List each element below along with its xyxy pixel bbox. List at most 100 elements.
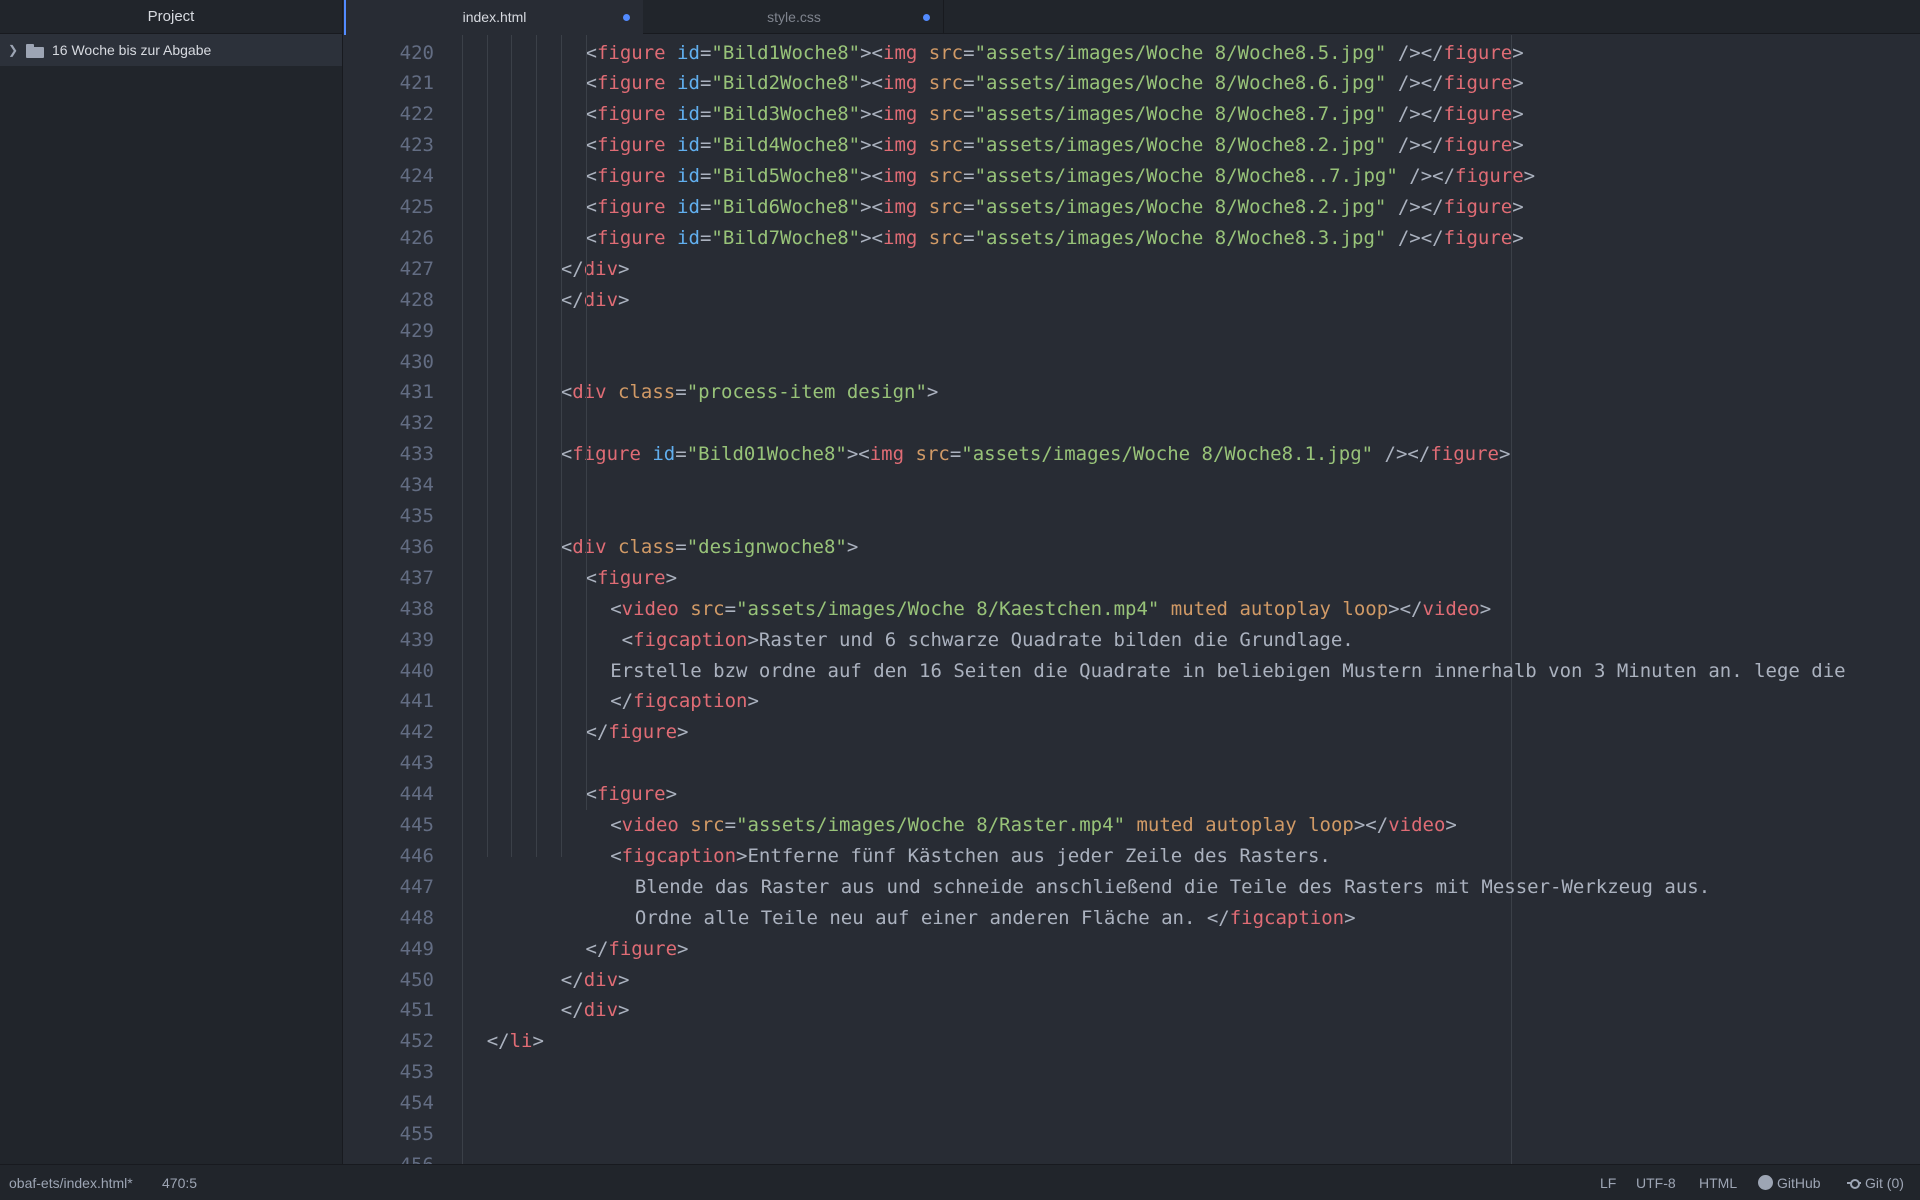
status-github[interactable]: GitHub [1758,1175,1821,1191]
code-token: </ [585,721,609,744]
line-number[interactable]: 440 [354,656,434,687]
line-number[interactable]: 426 [354,223,434,254]
code-token: > [532,1030,544,1053]
code-line[interactable]: </figure> [586,717,689,748]
line-number[interactable]: 427 [354,254,434,285]
line-number[interactable]: 437 [354,563,434,594]
line-number[interactable]: 438 [354,594,434,625]
code-token: figure [596,196,666,218]
code-line[interactable]: <div class="process-item design"> [561,377,939,408]
code-token: img [883,165,918,188]
code-line[interactable]: <figure id="Bild4Woche8"><img src="asset… [586,130,1524,161]
line-number[interactable]: 429 [354,316,434,347]
status-file-path[interactable]: obaf-ets/index.html* [9,1175,133,1191]
line-number[interactable]: 436 [354,532,434,563]
status-grammar[interactable]: HTML [1699,1175,1737,1191]
line-number[interactable]: 430 [354,347,434,378]
line-number[interactable]: 421 [354,68,434,99]
code-line[interactable]: Ordne alle Teile neu auf einer anderen F… [635,903,1356,934]
code-line[interactable]: <figure id="Bild7Woche8"><img src="asset… [586,223,1524,254]
line-number[interactable]: 424 [354,161,434,192]
code-line[interactable]: </div> [561,254,630,285]
status-line-ending[interactable]: LF [1600,1175,1616,1191]
line-number[interactable]: 431 [354,377,434,408]
line-number[interactable]: 439 [354,625,434,656]
chevron-right-icon[interactable]: ❯ [8,43,20,57]
tree-root-label[interactable]: 16 Woche bis zur Abgabe [52,42,211,58]
code-line[interactable]: Erstelle bzw ordne auf den 16 Seiten die… [610,656,1845,687]
line-number[interactable]: 456 [354,1150,434,1164]
line-number[interactable]: 441 [354,686,434,717]
line-number[interactable]: 452 [354,1026,434,1057]
code-line[interactable]: <figure id="Bild2Woche8"><img src="asset… [586,68,1524,99]
code-line[interactable]: <video src="assets/images/Woche 8/Raster… [610,810,1457,841]
status-git-label[interactable]: Git (0) [1865,1175,1904,1191]
tab-index-html[interactable]: index.html [344,0,643,35]
line-number[interactable]: 443 [354,748,434,779]
line-number[interactable]: 450 [354,965,434,996]
code-token: figure [1455,165,1524,188]
tab-label[interactable]: style.css [767,9,821,25]
code-line[interactable]: </div> [561,995,630,1026]
line-number[interactable]: 433 [354,439,434,470]
line-number[interactable]: 432 [354,408,434,439]
line-number[interactable]: 446 [354,841,434,872]
code-line[interactable]: </figure> [586,934,689,965]
line-number[interactable]: 447 [354,872,434,903]
code-token: figure [1443,41,1513,64]
line-number[interactable]: 448 [354,903,434,934]
code-line[interactable]: <figure id="Bild5Woche8"><img src="asset… [586,161,1536,192]
status-git[interactable]: Git (0) [1847,1175,1904,1191]
code-line[interactable]: <figure> [586,779,678,810]
status-cursor-position[interactable]: 470:5 [162,1175,197,1191]
code-line[interactable]: <figure id="Bild01Woche8"><img src="asse… [561,439,1511,470]
status-github-label[interactable]: GitHub [1777,1175,1821,1191]
code-token: = [724,597,737,620]
code-line[interactable]: <figure id="Bild6Woche8"><img src="asset… [586,192,1524,223]
code-line[interactable]: Blende das Raster aus und schneide ansch… [635,872,1710,903]
tree-root-folder[interactable]: ❯ 16 Woche bis zur Abgabe [0,34,342,66]
line-number[interactable]: 435 [354,501,434,532]
indent-guide [560,35,562,857]
line-number[interactable]: 442 [354,717,434,748]
status-encoding[interactable]: UTF-8 [1636,1175,1676,1191]
code-line[interactable]: <figcaption>Raster und 6 schwarze Quadra… [610,625,1354,656]
code-line[interactable]: <figure id="Bild3Woche8"><img src="asset… [586,99,1524,130]
code-line[interactable]: </div> [561,285,630,316]
code-line[interactable]: <figure> [586,563,678,594]
code-line[interactable]: <video src="assets/images/Woche 8/Kaestc… [610,594,1491,625]
line-number-gutter[interactable]: 420 421 422 423 424 425 426 427 428 429 430 431 432 4… [344,35,444,1165]
tab-style-css[interactable]: style.css [645,0,944,34]
line-number[interactable]: 445 [354,810,434,841]
line-number[interactable]: 420 [354,38,434,69]
line-number[interactable]: 434 [354,470,434,501]
line-number[interactable]: 425 [354,192,434,223]
line-number[interactable]: 444 [354,779,434,810]
line-number[interactable]: 422 [354,99,434,130]
tab-label[interactable]: index.html [463,9,527,25]
line-number[interactable]: 449 [354,934,434,965]
code-line[interactable]: <figure id="Bild1Woche8"><img src="asset… [586,38,1524,69]
line-number[interactable]: 453 [354,1057,434,1088]
code-token: figure [1443,72,1513,95]
code-line[interactable]: </figcaption> [610,686,759,717]
code-token: video [1388,814,1446,836]
code-line[interactable]: </div> [561,965,630,996]
line-number[interactable]: 428 [354,285,434,316]
line-number[interactable]: 423 [354,130,434,161]
code-editor[interactable]: 420 421 422 423 424 425 426 427 428 429 430 431 432 4… [344,35,1920,1164]
code-area[interactable]: <figure id="Bild1Woche8"><img src="asset… [444,35,1920,1164]
line-number[interactable]: 455 [354,1119,434,1150]
code-token: > [618,968,630,991]
status-bar: obaf-ets/index.html* 470:5 LF UTF-8 HTML… [0,1164,1920,1200]
code-line[interactable]: </li> [487,1026,544,1057]
code-line[interactable]: <div class="designwoche8"> [561,532,859,563]
code-line[interactable]: <figcaption>Entferne fünf Kästchen aus j… [610,841,1331,872]
line-number[interactable]: 451 [354,995,434,1026]
line-number[interactable]: 454 [354,1088,434,1119]
code-token: figure [608,937,678,960]
code-token: = [963,165,975,188]
